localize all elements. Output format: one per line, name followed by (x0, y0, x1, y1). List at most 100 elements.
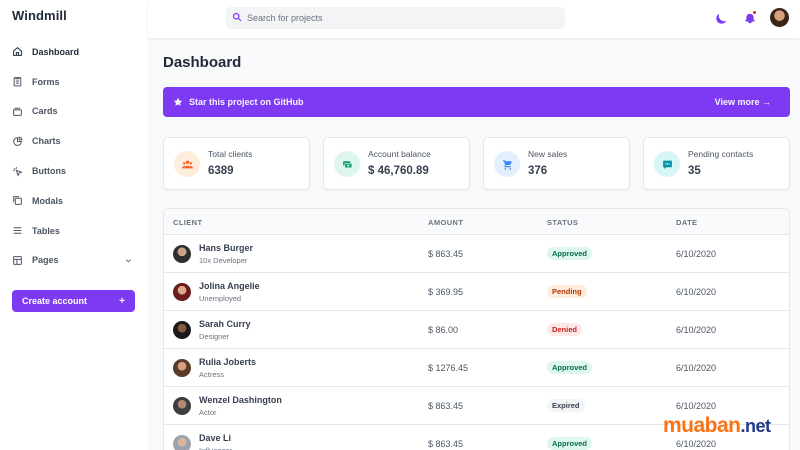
cards-icon (12, 106, 23, 117)
avatar (173, 359, 191, 377)
client-role: Designer (199, 332, 230, 341)
card-account-balance: Account balance $ 46,760.89 (323, 137, 470, 190)
status-badge: Pending (547, 285, 587, 298)
sidebar-item-charts[interactable]: Charts (0, 126, 148, 156)
card-label: Account balance (368, 149, 431, 159)
client-role: Actress (199, 370, 225, 379)
sidebar-nav: Dashboard Forms Cards Charts Buttons Mod… (0, 37, 148, 275)
avatar (173, 283, 191, 301)
date: 6/10/2020 (676, 439, 717, 449)
card-value: $ 46,760.89 (368, 165, 429, 177)
cursor-icon (12, 166, 23, 177)
view-more-link[interactable]: View more → (715, 97, 771, 107)
card-new-sales: New sales 376 (483, 137, 630, 190)
table-row[interactable]: Rulia Joberts Actress $ 1276.45 Approved… (164, 349, 789, 387)
status-badge: Approved (547, 437, 593, 450)
status-badge: Approved (547, 247, 593, 260)
brand-logo[interactable]: Windmill (12, 8, 67, 23)
star-icon (173, 97, 183, 107)
forms-icon (12, 76, 23, 87)
client-name: Dave Li (199, 433, 232, 443)
card-value: 6389 (208, 165, 234, 177)
amount: $ 369.95 (428, 287, 464, 297)
table-header: CLIENT AMOUNT STATUS DATE (164, 209, 789, 235)
client-name: Wenzel Dashington (199, 395, 282, 405)
amount: $ 863.45 (428, 439, 464, 449)
sidebar-item-dashboard[interactable]: Dashboard (0, 37, 148, 67)
page-title: Dashboard (163, 54, 242, 71)
table-row[interactable]: Jolina Angelie Unemployed $ 369.95 Pendi… (164, 273, 789, 311)
stat-cards: Total clients 6389 Account balance $ 46,… (163, 137, 790, 190)
card-pending-contacts: Pending contacts 35 (643, 137, 790, 190)
moon-icon[interactable] (715, 12, 728, 25)
client-role: Influencer (199, 446, 232, 450)
column-header-client: CLIENT (173, 218, 203, 227)
status-badge: Approved (547, 361, 593, 374)
status-badge: Expired (547, 399, 585, 412)
sidebar-item-pages[interactable]: Pages (0, 246, 148, 276)
client-name: Rulia Joberts (199, 357, 257, 367)
status-badge: Denied (547, 323, 583, 336)
amount: $ 1276.45 (428, 363, 469, 373)
sidebar-item-label: Cards (32, 106, 58, 117)
plus-icon: + (119, 295, 125, 307)
modals-icon (12, 195, 23, 206)
top-header (148, 0, 800, 38)
search-bar[interactable] (226, 7, 565, 29)
date: 6/10/2020 (676, 401, 717, 411)
sidebar-item-cards[interactable]: Cards (0, 97, 148, 127)
client-name: Jolina Angelie (199, 281, 260, 291)
amount: $ 863.45 (428, 249, 464, 259)
chevron-down-icon[interactable] (124, 256, 133, 265)
home-icon (12, 46, 23, 57)
bell-icon[interactable] (744, 9, 757, 25)
create-account-label: Create account (22, 296, 88, 306)
sidebar-item-buttons[interactable]: Buttons (0, 156, 148, 186)
date: 6/10/2020 (676, 325, 717, 335)
column-header-date: DATE (676, 218, 698, 227)
search-icon (232, 9, 242, 27)
client-role: 10x Developer (199, 256, 248, 265)
column-header-status: STATUS (547, 218, 579, 227)
watermark-brand: muaban (663, 414, 741, 437)
github-banner[interactable]: Star this project on GitHub View more → (163, 87, 790, 117)
date: 6/10/2020 (676, 287, 717, 297)
sidebar-item-label: Buttons (32, 166, 66, 177)
chat-icon (654, 151, 680, 177)
main-content: Dashboard Star this project on GitHub Vi… (148, 38, 800, 450)
sidebar-item-label: Forms (32, 76, 60, 87)
sidebar-item-label: Charts (32, 136, 61, 147)
sidebar-item-label: Dashboard (32, 46, 80, 57)
sidebar-item-modals[interactable]: Modals (0, 186, 148, 216)
client-name: Hans Burger (199, 243, 254, 253)
sidebar: Windmill Dashboard Forms Cards Charts Bu… (0, 0, 148, 450)
sidebar-item-label: Modals (32, 195, 64, 206)
card-total-clients: Total clients 6389 (163, 137, 310, 190)
avatar (173, 435, 191, 450)
table-icon (12, 225, 23, 236)
amount: $ 86.00 (428, 325, 459, 335)
sidebar-item-label: Tables (32, 225, 60, 236)
header-actions (699, 8, 789, 27)
cart-icon (494, 151, 520, 177)
client-role: Unemployed (199, 294, 242, 303)
watermark-logo: muaban.net (663, 414, 771, 438)
chart-icon (12, 136, 23, 147)
search-input[interactable] (247, 13, 547, 23)
date: 6/10/2020 (676, 363, 717, 373)
date: 6/10/2020 (676, 249, 717, 259)
table-row[interactable]: Sarah Curry Designer $ 86.00 Denied 6/10… (164, 311, 789, 349)
avatar (173, 397, 191, 415)
avatar (173, 321, 191, 339)
sidebar-item-label: Pages (32, 255, 59, 266)
card-value: 35 (688, 165, 701, 177)
notification-dot (752, 9, 757, 15)
users-icon (174, 151, 200, 177)
avatar[interactable] (770, 8, 789, 27)
sidebar-item-tables[interactable]: Tables (0, 216, 148, 246)
client-name: Sarah Curry (199, 319, 251, 329)
amount: $ 863.45 (428, 401, 464, 411)
sidebar-item-forms[interactable]: Forms (0, 67, 148, 97)
table-row[interactable]: Hans Burger 10x Developer $ 863.45 Appro… (164, 235, 789, 273)
create-account-button[interactable]: Create account + (12, 290, 135, 312)
